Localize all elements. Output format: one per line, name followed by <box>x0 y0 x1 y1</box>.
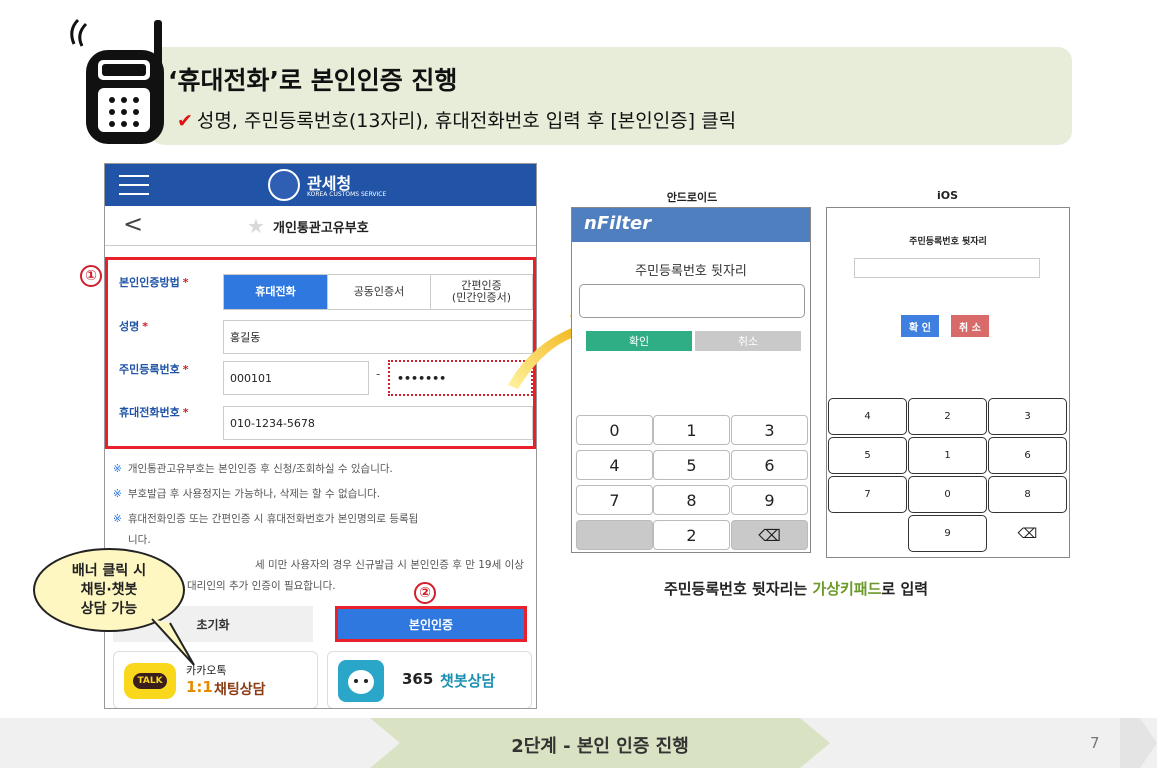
note-line: ※ 부호발급 후 사용정지는 가능하나, 삭제는 할 수 없습니다. <box>113 488 381 500</box>
chatbot-banner[interactable]: 365 챗봇상담 <box>327 651 532 708</box>
backspace-icon[interactable]: ⌫ <box>731 520 808 550</box>
ios-input-field[interactable] <box>854 258 1040 278</box>
footer-step-label: 2단계 - 본인 인증 진행 <box>511 736 689 757</box>
android-input-field[interactable] <box>579 284 805 318</box>
keypad-key[interactable]: 4 <box>576 450 653 480</box>
customs-logo-icon <box>268 169 300 201</box>
note-line: ※ 개인통관고유부호는 본인인증 후 신청/조회하실 수 있습니다. <box>113 463 393 475</box>
keypad-key[interactable]: 4 <box>828 398 907 435</box>
keypad-key[interactable]: 0 <box>576 415 653 445</box>
keypad-key[interactable]: 1 <box>908 437 987 474</box>
nfilter-bar: nFilter <box>572 208 810 242</box>
keypad-key[interactable]: 6 <box>988 437 1067 474</box>
ios-input-label: 주민등록번호 뒷자리 <box>909 237 987 247</box>
note-line: 대리인의 추가 인증이 필요합니다. <box>187 580 336 592</box>
keypad-key[interactable]: 5 <box>653 450 730 480</box>
subtitle-text: 성명, 주민등록번호(13자리), 휴대전화번호 입력 후 [본인인증] 클릭 <box>196 110 737 132</box>
keypad-caption: 주민등록번호 뒷자리는 가상키패드로 입력 <box>663 580 929 598</box>
page-subtitle: ✔ 성명, 주민등록번호(13자리), 휴대전화번호 입력 후 [본인인증] 클릭 <box>177 106 736 133</box>
callout-line: 상담 가능 <box>80 600 138 617</box>
android-input-label: 주민등록번호 뒷자리 <box>635 264 747 279</box>
back-icon[interactable]: < <box>123 210 143 238</box>
keypad-key[interactable]: 8 <box>988 476 1067 513</box>
android-heading: 안드로이드 <box>666 191 718 204</box>
mobile-phone-icon <box>70 18 164 144</box>
page-number: 7 <box>1090 734 1100 752</box>
ios-keypad-screen: 주민등록번호 뒷자리 확 인 취 소 4 2 3 5 1 6 7 0 8 9 ⌫ <box>826 207 1070 558</box>
verify-identity-button[interactable]: 본인인증 <box>335 606 527 642</box>
keypad-key[interactable]: 8 <box>653 485 730 515</box>
keypad-key[interactable]: 9 <box>731 485 808 515</box>
hamburger-menu-icon[interactable] <box>119 175 149 195</box>
page-title: ‘휴대전화’로 본인인증 진행 <box>168 66 458 95</box>
kakao-num: 1:1 <box>186 678 213 696</box>
step-marker-1: ① <box>80 265 102 287</box>
keypad-key[interactable]: 2 <box>908 398 987 435</box>
keypad-key[interactable]: 0 <box>908 476 987 513</box>
keypad-key[interactable]: 3 <box>731 415 808 445</box>
mobile-nav-bar: < ★ 개인통관고유부호 <box>105 206 536 246</box>
callout-line: 배너 클릭 시 <box>71 562 147 579</box>
ios-cancel-button[interactable]: 취 소 <box>951 315 989 337</box>
kakao-chat-banner[interactable]: TALK 카카오톡 1:1 채팅상담 <box>113 651 318 708</box>
check-icon: ✔ <box>177 110 193 132</box>
keypad-key[interactable]: 9 <box>908 515 987 552</box>
keypad-key[interactable]: 6 <box>731 450 808 480</box>
keypad-blank-key[interactable] <box>576 520 653 550</box>
note-line: ※ 휴대전화인증 또는 간편인증 시 휴대전화번호가 본인명의로 등록됩 <box>113 513 419 525</box>
ios-ok-button[interactable]: 확 인 <box>901 315 939 337</box>
backspace-icon[interactable]: ⌫ <box>988 515 1067 552</box>
mobile-top-bar: 관세청 KOREA CUSTOMS SERVICE <box>105 164 536 206</box>
mobile-page-title: 개인통관고유부호 <box>273 221 369 236</box>
keypad-key[interactable]: 7 <box>576 485 653 515</box>
keypad-key[interactable]: 1 <box>653 415 730 445</box>
chatbot-character-icon <box>338 660 384 702</box>
keypad-key[interactable]: 3 <box>988 398 1067 435</box>
note-line: 니다. <box>128 534 151 546</box>
keypad-key[interactable]: 7 <box>828 476 907 513</box>
brand-subtitle: KOREA CUSTOMS SERVICE <box>307 191 387 198</box>
kakao-text: 채팅상담 <box>214 682 266 698</box>
form-highlight-box <box>105 257 536 449</box>
chatbot-text: 챗봇상담 <box>440 672 496 690</box>
keypad-key[interactable]: 2 <box>653 520 730 550</box>
keypad-key[interactable]: 5 <box>828 437 907 474</box>
step-marker-2: ② <box>414 582 436 604</box>
nfilter-brand: nFilter <box>584 213 652 234</box>
star-icon[interactable]: ★ <box>247 214 265 238</box>
callout-tail <box>151 618 195 666</box>
chatbot-num: 365 <box>402 670 434 688</box>
android-cancel-button[interactable]: 취소 <box>695 331 801 351</box>
ios-heading: iOS <box>936 189 959 202</box>
android-keypad-screen: nFilter 주민등록번호 뒷자리 확인 취소 0 1 3 4 5 6 7 8… <box>571 207 811 553</box>
note-line: 세 미만 사용자의 경우 신규발급 시 본인인증 후 만 19세 이상 <box>255 559 524 571</box>
callout-line: 채팅·챗봇 <box>80 581 138 598</box>
android-ok-button[interactable]: 확인 <box>586 331 692 351</box>
